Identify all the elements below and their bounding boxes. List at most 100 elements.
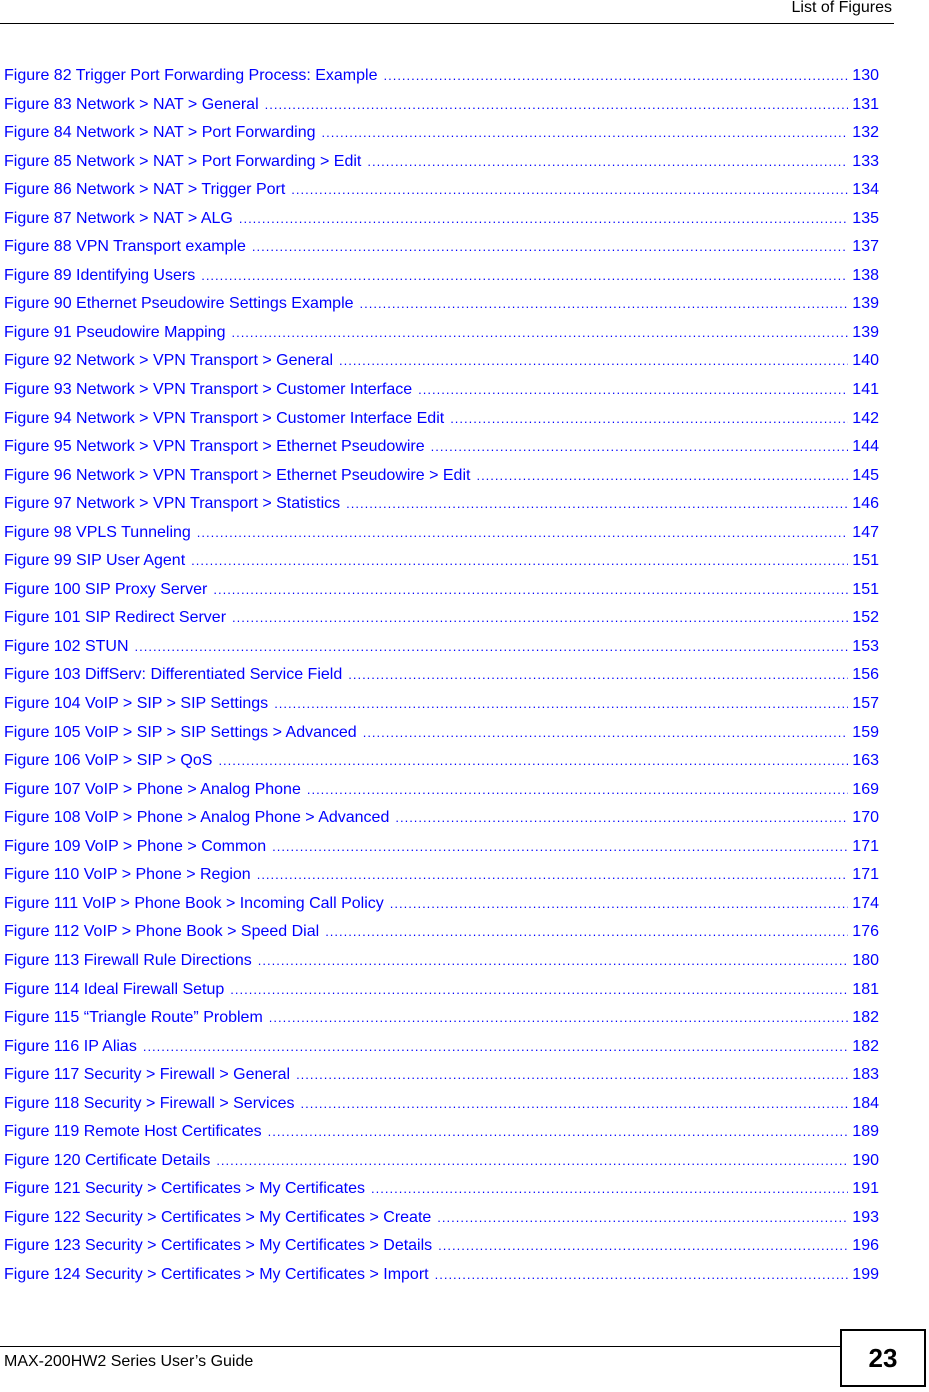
toc-entry-page-number[interactable]: 184 <box>848 1094 879 1114</box>
toc-entry[interactable]: Figure 113 Firewall Rule Directions 180 <box>4 951 879 980</box>
toc-entry-page-number[interactable]: 190 <box>848 1151 879 1171</box>
toc-entry[interactable]: Figure 98 VPLS Tunneling 147 <box>4 523 879 552</box>
toc-entry-page-number[interactable]: 152 <box>848 608 879 628</box>
toc-entry[interactable]: Figure 101 SIP Redirect Server 152 <box>4 608 879 637</box>
toc-entry-page-number[interactable]: 182 <box>848 1037 879 1057</box>
toc-entry-page-number[interactable]: 147 <box>848 523 879 543</box>
toc-entry-label[interactable]: Figure 112 VoIP > Phone Book > Speed Dia… <box>4 922 325 942</box>
toc-entry-page-number[interactable]: 171 <box>848 865 879 885</box>
toc-entry[interactable]: Figure 106 VoIP > SIP > QoS 163 <box>4 751 879 780</box>
toc-entry-label[interactable]: Figure 123 Security > Certificates > My … <box>4 1236 438 1256</box>
toc-entry-page-number[interactable]: 138 <box>848 266 879 286</box>
toc-entry[interactable]: Figure 82 Trigger Port Forwarding Proces… <box>4 66 879 95</box>
toc-entry-label[interactable]: Figure 103 DiffServ: Differentiated Serv… <box>4 665 348 685</box>
toc-entry-page-number[interactable]: 159 <box>848 723 879 743</box>
toc-entry[interactable]: Figure 105 VoIP > SIP > SIP Settings > A… <box>4 723 879 752</box>
toc-entry-label[interactable]: Figure 105 VoIP > SIP > SIP Settings > A… <box>4 723 363 743</box>
toc-entry-label[interactable]: Figure 116 IP Alias <box>4 1037 143 1057</box>
toc-entry-label[interactable]: Figure 120 Certificate Details <box>4 1151 216 1171</box>
toc-entry-page-number[interactable]: 141 <box>848 380 879 400</box>
toc-entry[interactable]: Figure 91 Pseudowire Mapping 139 <box>4 323 879 352</box>
toc-entry-label[interactable]: Figure 115 “Triangle Route” Problem <box>4 1008 269 1028</box>
toc-entry-page-number[interactable]: 183 <box>848 1065 879 1085</box>
toc-entry-label[interactable]: Figure 98 VPLS Tunneling <box>4 523 197 543</box>
toc-entry-label[interactable]: Figure 109 VoIP > Phone > Common <box>4 837 272 857</box>
toc-entry[interactable]: Figure 89 Identifying Users 138 <box>4 266 879 295</box>
toc-entry[interactable]: Figure 122 Security > Certificates > My … <box>4 1208 879 1237</box>
toc-entry-page-number[interactable]: 176 <box>848 922 879 942</box>
toc-entry-page-number[interactable]: 139 <box>848 294 879 314</box>
toc-entry[interactable]: Figure 121 Security > Certificates > My … <box>4 1179 879 1208</box>
toc-entry[interactable]: Figure 96 Network > VPN Transport > Ethe… <box>4 466 879 495</box>
toc-entry-label[interactable]: Figure 122 Security > Certificates > My … <box>4 1208 437 1228</box>
toc-entry-page-number[interactable]: 189 <box>848 1122 879 1142</box>
toc-entry[interactable]: Figure 87 Network > NAT > ALG 135 <box>4 209 879 238</box>
toc-entry-label[interactable]: Figure 100 SIP Proxy Server <box>4 580 213 600</box>
toc-entry-label[interactable]: Figure 91 Pseudowire Mapping <box>4 323 231 343</box>
toc-entry[interactable]: Figure 83 Network > NAT > General 131 <box>4 95 879 124</box>
toc-entry[interactable]: Figure 110 VoIP > Phone > Region 171 <box>4 865 879 894</box>
toc-entry[interactable]: Figure 94 Network > VPN Transport > Cust… <box>4 409 879 438</box>
toc-entry[interactable]: Figure 114 Ideal Firewall Setup 181 <box>4 980 879 1009</box>
toc-entry-page-number[interactable]: 144 <box>848 437 879 457</box>
toc-entry-label[interactable]: Figure 108 VoIP > Phone > Analog Phone >… <box>4 808 395 828</box>
toc-entry-label[interactable]: Figure 124 Security > Certificates > My … <box>4 1265 435 1285</box>
toc-entry-page-number[interactable]: 196 <box>848 1236 879 1256</box>
toc-entry-label[interactable]: Figure 99 SIP User Agent <box>4 551 191 571</box>
toc-entry[interactable]: Figure 92 Network > VPN Transport > Gene… <box>4 351 879 380</box>
toc-entry[interactable]: Figure 97 Network > VPN Transport > Stat… <box>4 494 879 523</box>
toc-entry[interactable]: Figure 102 STUN 153 <box>4 637 879 666</box>
toc-entry-page-number[interactable]: 139 <box>848 323 879 343</box>
toc-entry-label[interactable]: Figure 83 Network > NAT > General <box>4 95 265 115</box>
toc-entry-page-number[interactable]: 132 <box>848 123 879 143</box>
toc-entry[interactable]: Figure 115 “Triangle Route” Problem 182 <box>4 1008 879 1037</box>
toc-entry-page-number[interactable]: 170 <box>848 808 879 828</box>
toc-entry-label[interactable]: Figure 121 Security > Certificates > My … <box>4 1179 371 1199</box>
toc-entry-label[interactable]: Figure 86 Network > NAT > Trigger Port <box>4 180 291 200</box>
toc-entry-page-number[interactable]: 146 <box>848 494 879 514</box>
toc-entry[interactable]: Figure 119 Remote Host Certificates 189 <box>4 1122 879 1151</box>
toc-entry-page-number[interactable]: 130 <box>848 66 879 86</box>
toc-entry[interactable]: Figure 116 IP Alias 182 <box>4 1037 879 1066</box>
toc-entry[interactable]: Figure 109 VoIP > Phone > Common 171 <box>4 837 879 866</box>
toc-entry[interactable]: Figure 123 Security > Certificates > My … <box>4 1236 879 1265</box>
toc-entry-page-number[interactable]: 180 <box>848 951 879 971</box>
toc-entry-page-number[interactable]: 181 <box>848 980 879 1000</box>
toc-entry[interactable]: Figure 103 DiffServ: Differentiated Serv… <box>4 665 879 694</box>
toc-entry[interactable]: Figure 120 Certificate Details 190 <box>4 1151 879 1180</box>
toc-entry-label[interactable]: Figure 94 Network > VPN Transport > Cust… <box>4 409 450 429</box>
toc-entry-page-number[interactable]: 191 <box>848 1179 879 1199</box>
toc-entry-page-number[interactable]: 199 <box>848 1265 879 1285</box>
toc-entry-label[interactable]: Figure 89 Identifying Users <box>4 266 201 286</box>
toc-entry-page-number[interactable]: 140 <box>848 351 879 371</box>
toc-entry-label[interactable]: Figure 117 Security > Firewall > General <box>4 1065 296 1085</box>
toc-entry-page-number[interactable]: 157 <box>848 694 879 714</box>
toc-entry-page-number[interactable]: 131 <box>848 95 879 115</box>
toc-entry-label[interactable]: Figure 87 Network > NAT > ALG <box>4 209 239 229</box>
toc-entry[interactable]: Figure 108 VoIP > Phone > Analog Phone >… <box>4 808 879 837</box>
toc-entry-page-number[interactable]: 182 <box>848 1008 879 1028</box>
toc-entry-label[interactable]: Figure 90 Ethernet Pseudowire Settings E… <box>4 294 360 314</box>
toc-entry-label[interactable]: Figure 95 Network > VPN Transport > Ethe… <box>4 437 431 457</box>
toc-entry[interactable]: Figure 124 Security > Certificates > My … <box>4 1265 879 1294</box>
toc-entry-label[interactable]: Figure 113 Firewall Rule Directions <box>4 951 258 971</box>
toc-entry-label[interactable]: Figure 92 Network > VPN Transport > Gene… <box>4 351 339 371</box>
toc-entry[interactable]: Figure 104 VoIP > SIP > SIP Settings 157 <box>4 694 879 723</box>
toc-entry-page-number[interactable]: 163 <box>848 751 879 771</box>
toc-entry-label[interactable]: Figure 102 STUN <box>4 637 135 657</box>
toc-entry-page-number[interactable]: 151 <box>848 580 879 600</box>
toc-entry[interactable]: Figure 86 Network > NAT > Trigger Port 13… <box>4 180 879 209</box>
toc-entry-label[interactable]: Figure 88 VPN Transport example <box>4 237 252 257</box>
toc-entry-page-number[interactable]: 153 <box>848 637 879 657</box>
toc-entry[interactable]: Figure 93 Network > VPN Transport > Cust… <box>4 380 879 409</box>
toc-entry-label[interactable]: Figure 104 VoIP > SIP > SIP Settings <box>4 694 274 714</box>
toc-entry-label[interactable]: Figure 84 Network > NAT > Port Forwardin… <box>4 123 322 143</box>
toc-entry[interactable]: Figure 111 VoIP > Phone Book > Incoming … <box>4 894 879 923</box>
toc-entry-label[interactable]: Figure 96 Network > VPN Transport > Ethe… <box>4 466 476 486</box>
toc-entry[interactable]: Figure 95 Network > VPN Transport > Ethe… <box>4 437 879 466</box>
toc-entry-page-number[interactable]: 174 <box>848 894 879 914</box>
toc-entry-page-number[interactable]: 156 <box>848 665 879 685</box>
toc-entry-page-number[interactable]: 151 <box>848 551 879 571</box>
toc-entry-label[interactable]: Figure 107 VoIP > Phone > Analog Phone <box>4 780 307 800</box>
toc-entry-page-number[interactable]: 142 <box>848 409 879 429</box>
